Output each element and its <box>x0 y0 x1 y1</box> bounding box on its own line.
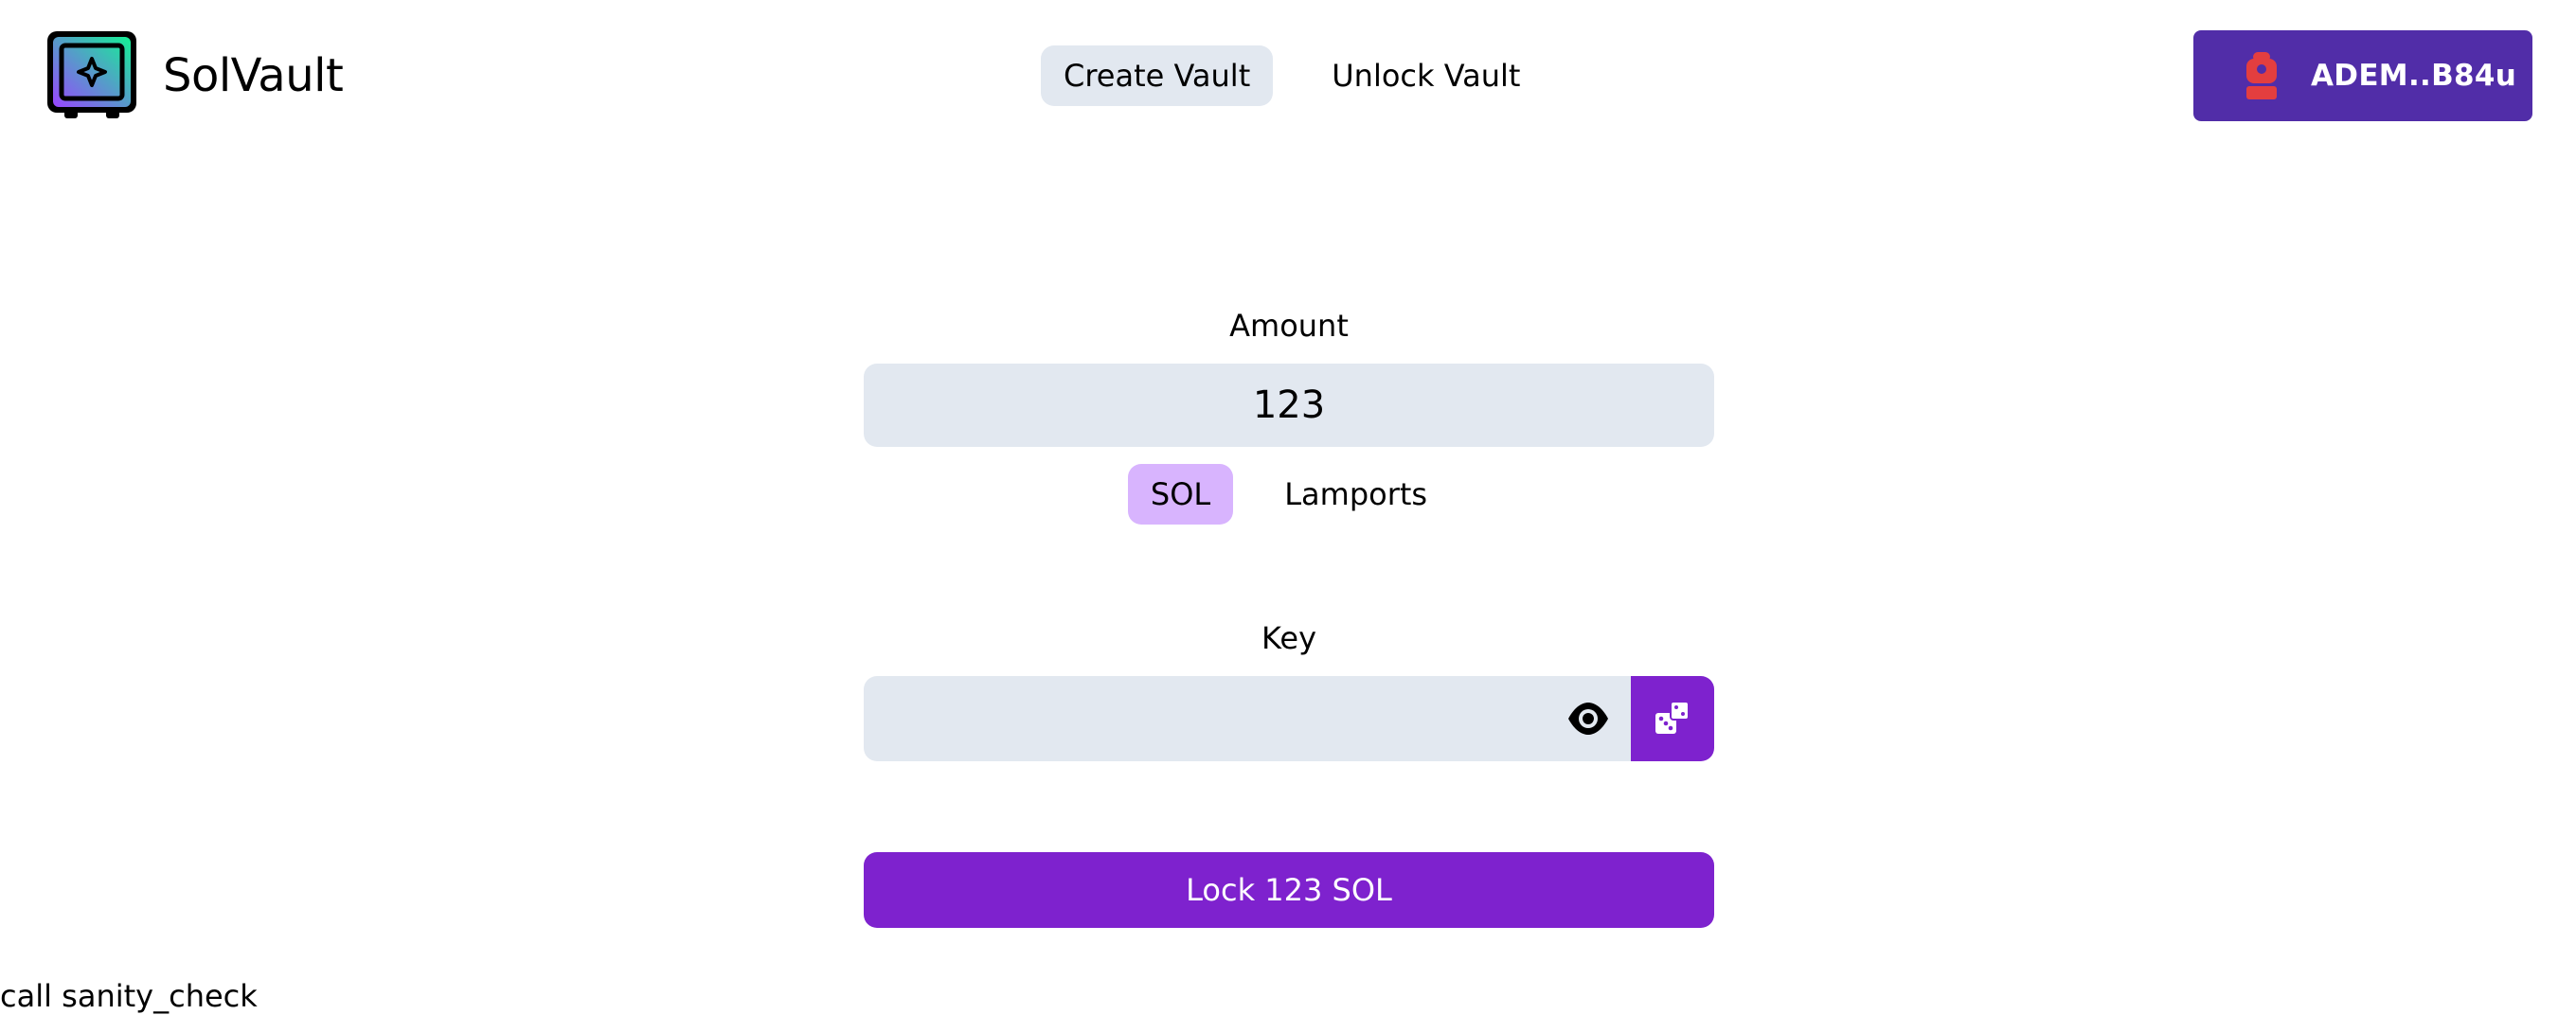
brand[interactable]: SolVault <box>45 28 344 123</box>
amount-input[interactable] <box>864 364 1714 447</box>
debug-log: call sanity_check <box>0 978 258 1014</box>
unit-lamports-option[interactable]: Lamports <box>1261 464 1450 525</box>
main-nav: Create Vault Unlock Vault <box>1041 45 1543 106</box>
key-input[interactable] <box>864 676 1631 761</box>
tab-create-vault[interactable]: Create Vault <box>1041 45 1274 106</box>
key-field-row <box>864 676 1714 761</box>
unit-toggle: SOL Lamports <box>864 464 1714 525</box>
key-label: Key <box>1261 620 1316 656</box>
generate-key-button[interactable] <box>1631 676 1714 761</box>
lock-button[interactable]: Lock 123 SOL <box>864 852 1714 928</box>
vault-safe-icon <box>47 31 136 118</box>
app-header: SolVault Create Vault Unlock Vault ADEM.… <box>0 0 2576 151</box>
wallet-button[interactable]: ADEM..B84u <box>2193 30 2532 121</box>
key-input-wrapper <box>864 676 1631 761</box>
wallet-address: ADEM..B84u <box>2311 59 2517 93</box>
create-vault-form: Amount SOL Lamports Key <box>864 303 1714 928</box>
eye-icon[interactable] <box>1566 698 1610 739</box>
unit-sol-option[interactable]: SOL <box>1127 464 1234 525</box>
key-section: Key <box>864 615 1714 761</box>
amount-label: Amount <box>1229 308 1349 344</box>
brand-name: SolVault <box>163 49 344 102</box>
wallet-backpack-icon <box>2246 52 2277 99</box>
dice-icon <box>1655 701 1690 734</box>
tab-unlock-vault[interactable]: Unlock Vault <box>1309 45 1543 106</box>
